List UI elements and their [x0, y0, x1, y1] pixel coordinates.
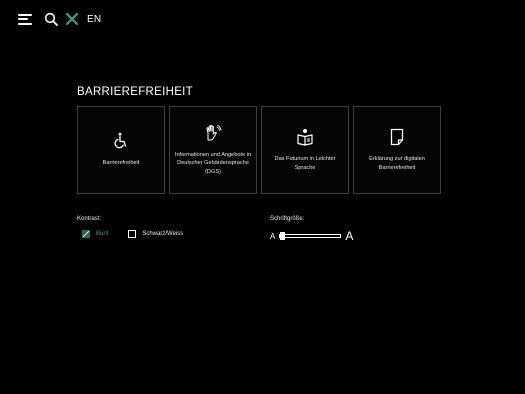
font-size-small-glyph: A — [270, 231, 276, 241]
contrast-option-label: Bunt — [96, 231, 109, 237]
contrast-schwarz-weiss-checkbox[interactable] — [128, 230, 137, 238]
contrast-options: Bunt Schwarz/Weiss — [82, 230, 183, 238]
font-size-slider-thumb[interactable] — [280, 232, 286, 240]
contrast-option-bunt[interactable]: Bunt — [82, 230, 108, 238]
card-label: Das Futurium in Leichter Sprache — [274, 155, 336, 171]
accessibility-cards: Barrierefreiheit Informationen und Angeb… — [77, 106, 441, 194]
font-size-large-glyph: A — [345, 229, 354, 243]
wheelchair-icon — [114, 133, 127, 149]
futurium-logo-close-icon[interactable] — [65, 12, 79, 26]
menu-icon[interactable] — [18, 13, 32, 25]
card-label: Barrierefreiheit — [102, 160, 140, 167]
contrast-option-schwarz-weiss[interactable]: Schwarz/Weiss — [128, 230, 183, 238]
card-easy-language[interactable]: Das Futurium in Leichter Sprache — [261, 106, 349, 194]
language-switch-link[interactable]: EN — [87, 14, 101, 25]
font-size-slider[interactable] — [279, 232, 342, 240]
sign-language-icon — [206, 124, 222, 141]
card-sign-language[interactable]: Informationen und Angebote in Deutscher … — [169, 106, 257, 194]
search-icon[interactable] — [44, 12, 58, 26]
font-size-label: Schriftgröße: — [270, 216, 305, 222]
card-label: Erklärung zur digitalen Barrierefreiheit — [369, 155, 425, 171]
card-label: Informationen und Angebote in Deutscher … — [174, 151, 252, 175]
contrast-option-label: Schwarz/Weiss — [142, 231, 184, 237]
top-bar: EN — [18, 10, 101, 28]
easy-language-icon — [297, 128, 313, 146]
font-size-control: A A — [270, 229, 353, 243]
contrast-label: Kontrast: — [77, 216, 102, 222]
contrast-bunt-checkbox[interactable] — [82, 230, 90, 238]
page-title: BARRIEREFREIHEIT — [77, 86, 193, 98]
document-icon — [390, 128, 404, 146]
card-barrierefreiheit[interactable]: Barrierefreiheit — [77, 106, 165, 194]
card-digital-accessibility-statement[interactable]: Erklärung zur digitalen Barrierefreiheit — [353, 106, 441, 194]
